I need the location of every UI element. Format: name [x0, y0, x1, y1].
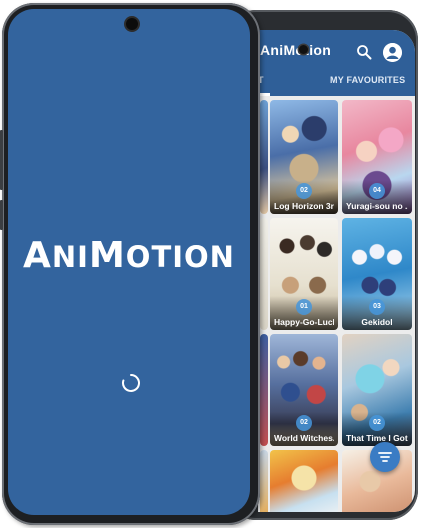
anime-card[interactable]: 04 Yuragi-sou no ...	[342, 100, 412, 214]
logo-letter: A	[23, 235, 52, 276]
episode-badge: 02	[296, 183, 312, 199]
back-phone-camera	[299, 45, 308, 54]
anime-card[interactable]: 01 Happy-Go-Luck...	[270, 218, 338, 330]
anime-list-screen: AniMotion T MY FAVOURITES 02 Log Horizon…	[258, 30, 415, 512]
anime-title: Log Horizon 3r...	[274, 201, 334, 211]
anime-title: Gekidol	[361, 317, 393, 327]
logo-letter: M	[88, 235, 126, 276]
anime-cover-image	[270, 450, 338, 512]
logo-letters: OTION	[125, 240, 235, 274]
anime-card[interactable]	[260, 450, 268, 512]
anime-card[interactable]: 02 World Witches...	[270, 334, 338, 446]
anime-card[interactable]	[260, 218, 268, 330]
search-icon[interactable]	[356, 44, 372, 60]
account-icon[interactable]	[383, 43, 402, 62]
anime-card[interactable]	[260, 100, 268, 214]
anime-card[interactable]	[260, 334, 268, 446]
anime-card[interactable]: 03 Gekidol	[342, 218, 412, 330]
filter-icon	[378, 452, 392, 462]
filter-button[interactable]	[370, 442, 400, 472]
app-title: AniMotion	[260, 42, 332, 58]
episode-badge: 01	[296, 299, 312, 315]
app-bar: AniMotion T MY FAVOURITES	[258, 30, 415, 96]
app-logo: ANIMOTION	[8, 235, 250, 276]
anime-title: World Witches...	[274, 433, 334, 443]
episode-badge: 02	[369, 415, 385, 431]
anime-card[interactable]: 02 Log Horizon 3r...	[270, 100, 338, 214]
tab-my-favourites[interactable]: MY FAVOURITES	[330, 75, 405, 85]
power-button	[0, 200, 3, 230]
episode-badge: 04	[369, 183, 385, 199]
logo-letters: NI	[51, 240, 89, 274]
volume-button	[0, 130, 3, 190]
anime-title: Yuragi-sou no ...	[346, 201, 408, 211]
episode-badge: 02	[296, 415, 312, 431]
episode-badge: 03	[369, 299, 385, 315]
loading-spinner-icon	[122, 374, 140, 392]
anime-title: Happy-Go-Luck...	[274, 317, 334, 327]
anime-card[interactable]	[270, 450, 338, 512]
splash-screen: ANIMOTION	[8, 9, 250, 515]
front-phone-camera	[126, 18, 138, 30]
anime-card[interactable]: 02 That Time I Got...	[342, 334, 412, 446]
